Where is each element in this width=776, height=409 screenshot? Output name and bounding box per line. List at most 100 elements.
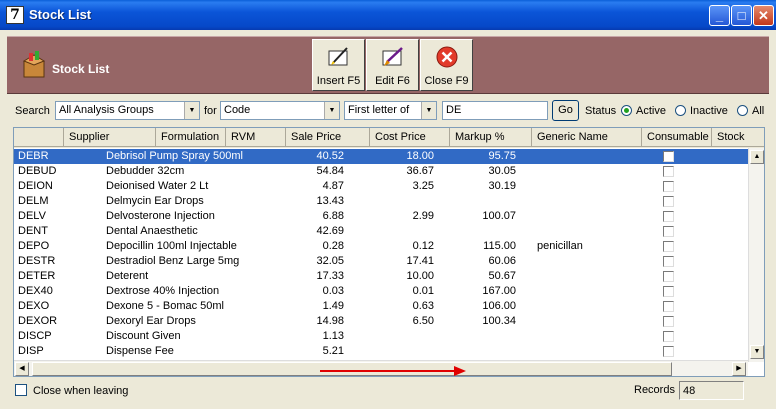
consumable-checkbox[interactable] (663, 181, 674, 192)
close-when-leaving-label: Close when leaving (33, 385, 129, 397)
chevron-down-icon[interactable]: ▼ (184, 102, 199, 119)
cell-sale: 0.03 (322, 285, 344, 297)
cell-sale: 32.05 (316, 255, 344, 267)
cell-cost: 36.67 (406, 165, 434, 177)
cell-name: Depocillin 100ml Injectable (106, 240, 237, 252)
consumable-checkbox[interactable] (663, 241, 674, 252)
table-row[interactable]: DELM Delmycin Ear Drops 13.43 (14, 194, 748, 209)
cell-name: Dextrose 40% Injection (106, 285, 220, 297)
cell-name: Deionised Water 2 Lt (106, 180, 209, 192)
column-header-generic-name[interactable]: Generic Name (532, 128, 642, 147)
vertical-scrollbar[interactable]: ▲ ▼ (748, 148, 764, 362)
column-header-consumable[interactable]: Consumable (642, 128, 712, 147)
table-row[interactable]: DETER Deterent 17.33 10.00 50.67 (14, 269, 748, 284)
search-mode-select[interactable]: First letter of ▼ (344, 101, 437, 120)
consumable-checkbox[interactable] (663, 301, 674, 312)
table-row[interactable]: DEXO Dexone 5 - Bomac 50ml 1.49 0.63 106.00 (14, 299, 748, 314)
status-all-label: All (752, 105, 765, 117)
column-header-sale-price[interactable]: Sale Price (286, 128, 370, 147)
status-inactive-radio[interactable] (675, 105, 686, 116)
cell-code: DEXO (18, 300, 50, 312)
cell-markup: 95.75 (488, 150, 516, 162)
consumable-checkbox[interactable] (663, 166, 674, 177)
scroll-up-icon[interactable]: ▲ (750, 150, 764, 164)
edit-button[interactable]: Edit F6 (366, 39, 419, 91)
consumable-checkbox[interactable] (663, 226, 674, 237)
cell-markup: 167.00 (482, 285, 516, 297)
search-bar: Search All Analysis Groups ▼ for Code ▼ … (0, 98, 776, 124)
column-header-supplier[interactable]: Supplier (64, 128, 156, 147)
cell-name: Destradiol Benz Large 5mg (106, 255, 240, 267)
consumable-checkbox[interactable] (663, 196, 674, 207)
close-button[interactable]: Close F9 (420, 39, 473, 91)
cell-sale: 17.33 (316, 270, 344, 282)
table-header: Supplier Formulation RVM Sale Price Cost… (14, 128, 764, 148)
cell-sale: 42.69 (316, 225, 344, 237)
cell-cost: 0.63 (412, 300, 434, 312)
stock-table: Supplier Formulation RVM Sale Price Cost… (13, 127, 765, 377)
column-header-cost-price[interactable]: Cost Price (370, 128, 450, 147)
table-row[interactable]: DEION Deionised Water 2 Lt 4.87 3.25 30.19 (14, 179, 748, 194)
scroll-right-icon[interactable]: ▶ (732, 362, 746, 376)
column-header-code[interactable] (14, 128, 64, 147)
consumable-checkbox[interactable] (663, 151, 674, 162)
cell-code: DELM (18, 195, 49, 207)
title-bar: 7 Stock List _ □ ✕ (0, 0, 776, 30)
insert-button[interactable]: Insert F5 (312, 39, 365, 91)
table-row[interactable]: DISCP Discount Given 1.13 (14, 329, 748, 344)
consumable-checkbox[interactable] (663, 256, 674, 267)
chevron-down-icon[interactable]: ▼ (324, 102, 339, 119)
cell-sale: 13.43 (316, 195, 344, 207)
maximize-button[interactable]: □ (731, 5, 752, 26)
cell-markup: 60.06 (488, 255, 516, 267)
consumable-checkbox[interactable] (663, 271, 674, 282)
consumable-checkbox[interactable] (663, 331, 674, 342)
cell-cost: 17.41 (406, 255, 434, 267)
cell-code: DEPO (18, 240, 50, 252)
search-input[interactable]: DE (442, 101, 548, 120)
cell-code: DEX40 (18, 285, 53, 297)
table-row[interactable]: DEXOR Dexoryl Ear Drops 14.98 6.50 100.34 (14, 314, 748, 329)
search-label: Search (15, 105, 50, 117)
cell-code: DEBUD (18, 165, 57, 177)
status-all-radio[interactable] (737, 105, 748, 116)
status-active-radio[interactable] (621, 105, 632, 116)
column-header-markup[interactable]: Markup % (450, 128, 532, 147)
cell-cost: 6.50 (412, 315, 434, 327)
scroll-left-icon[interactable]: ◀ (15, 362, 29, 376)
minimize-button[interactable]: _ (709, 5, 730, 26)
table-row[interactable]: DEBUD Debudder 32cm 54.84 36.67 30.05 (14, 164, 748, 179)
consumable-checkbox[interactable] (663, 286, 674, 297)
cell-name: Dental Anaesthetic (106, 225, 198, 237)
scroll-down-icon[interactable]: ▼ (750, 345, 764, 359)
table-row[interactable]: DEPO Depocillin 100ml Injectable 0.28 0.12 1… (14, 239, 748, 254)
cell-code: DISCP (18, 330, 52, 342)
consumable-checkbox[interactable] (663, 346, 674, 357)
table-row[interactable]: DEBR Debrisol Pump Spray 500ml 40.52 18.00 9… (14, 149, 748, 164)
table-row[interactable]: DELV Delvosterone Injection 6.88 2.99 100.07 (14, 209, 748, 224)
analysis-group-select[interactable]: All Analysis Groups ▼ (55, 101, 200, 120)
records-count: 48 (679, 381, 744, 400)
column-header-rvm[interactable]: RVM (226, 128, 286, 147)
cell-code: DESTR (18, 255, 56, 267)
table-row[interactable]: DEX40 Dextrose 40% Injection 0.03 0.01 167.0… (14, 284, 748, 299)
window-title: Stock List (29, 7, 92, 22)
cell-cost: 18.00 (406, 150, 434, 162)
box-icon (22, 51, 46, 78)
consumable-checkbox[interactable] (663, 316, 674, 327)
cell-name: Dexoryl Ear Drops (106, 315, 196, 327)
records-label: Records (634, 384, 675, 396)
table-row[interactable]: DENT Dental Anaesthetic 42.69 (14, 224, 748, 239)
go-button[interactable]: Go (552, 100, 579, 121)
cell-sale: 0.28 (322, 240, 344, 252)
close-window-button[interactable]: ✕ (753, 5, 774, 26)
consumable-checkbox[interactable] (663, 211, 674, 222)
column-header-stock[interactable]: Stock (712, 128, 764, 147)
header-band: Stock List Insert F5 Edit F6 Close F9 (7, 36, 769, 94)
close-when-leaving-checkbox[interactable] (15, 384, 27, 396)
search-field-select[interactable]: Code ▼ (220, 101, 340, 120)
cell-cost: 10.00 (406, 270, 434, 282)
table-row[interactable]: DESTR Destradiol Benz Large 5mg 32.05 17.41… (14, 254, 748, 269)
column-header-formulation[interactable]: Formulation (156, 128, 226, 147)
chevron-down-icon[interactable]: ▼ (421, 102, 436, 119)
